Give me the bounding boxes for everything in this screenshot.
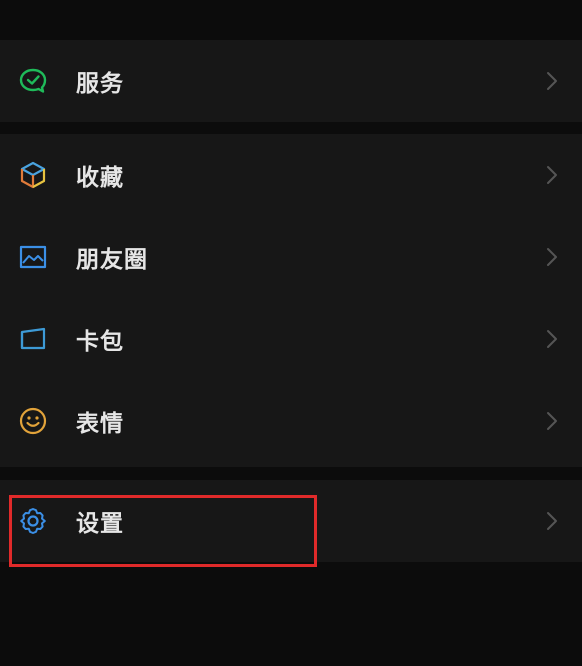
cube-icon: [17, 159, 49, 191]
gear-icon: [17, 505, 49, 537]
menu-item-label: 卡包: [76, 329, 124, 355]
menu-item-favorites[interactable]: 收藏: [0, 134, 582, 216]
menu-item-label: 设置: [76, 511, 124, 537]
chevron-right-icon: [547, 330, 557, 348]
menu-item-cards[interactable]: 卡包: [0, 298, 582, 380]
chevron-right-icon: [547, 512, 557, 530]
menu-item-moments[interactable]: 朋友圈: [0, 216, 582, 298]
menu-item-label: 朋友圈: [76, 247, 148, 273]
chevron-right-icon: [547, 248, 557, 266]
smiley-icon: [17, 405, 49, 437]
me-page-menu: 服务 收藏 朋友圈 卡包 表情 设置: [0, 0, 582, 666]
chevron-right-icon: [547, 412, 557, 430]
wechat-pay-check-icon: [17, 65, 49, 97]
menu-item-label: 服务: [76, 71, 124, 97]
chevron-right-icon: [547, 72, 557, 90]
menu-item-services[interactable]: 服务: [0, 40, 582, 122]
chevron-right-icon: [547, 166, 557, 184]
menu-item-label: 收藏: [76, 165, 124, 191]
features-group: 收藏 朋友圈 卡包 表情: [0, 134, 582, 467]
menu-item-settings[interactable]: 设置: [0, 480, 582, 562]
services-group: 服务: [0, 40, 582, 122]
settings-group: 设置: [0, 480, 582, 562]
menu-item-stickers[interactable]: 表情: [0, 380, 582, 462]
menu-item-label: 表情: [76, 411, 124, 437]
picture-icon: [17, 241, 49, 273]
card-wallet-icon: [17, 323, 49, 355]
